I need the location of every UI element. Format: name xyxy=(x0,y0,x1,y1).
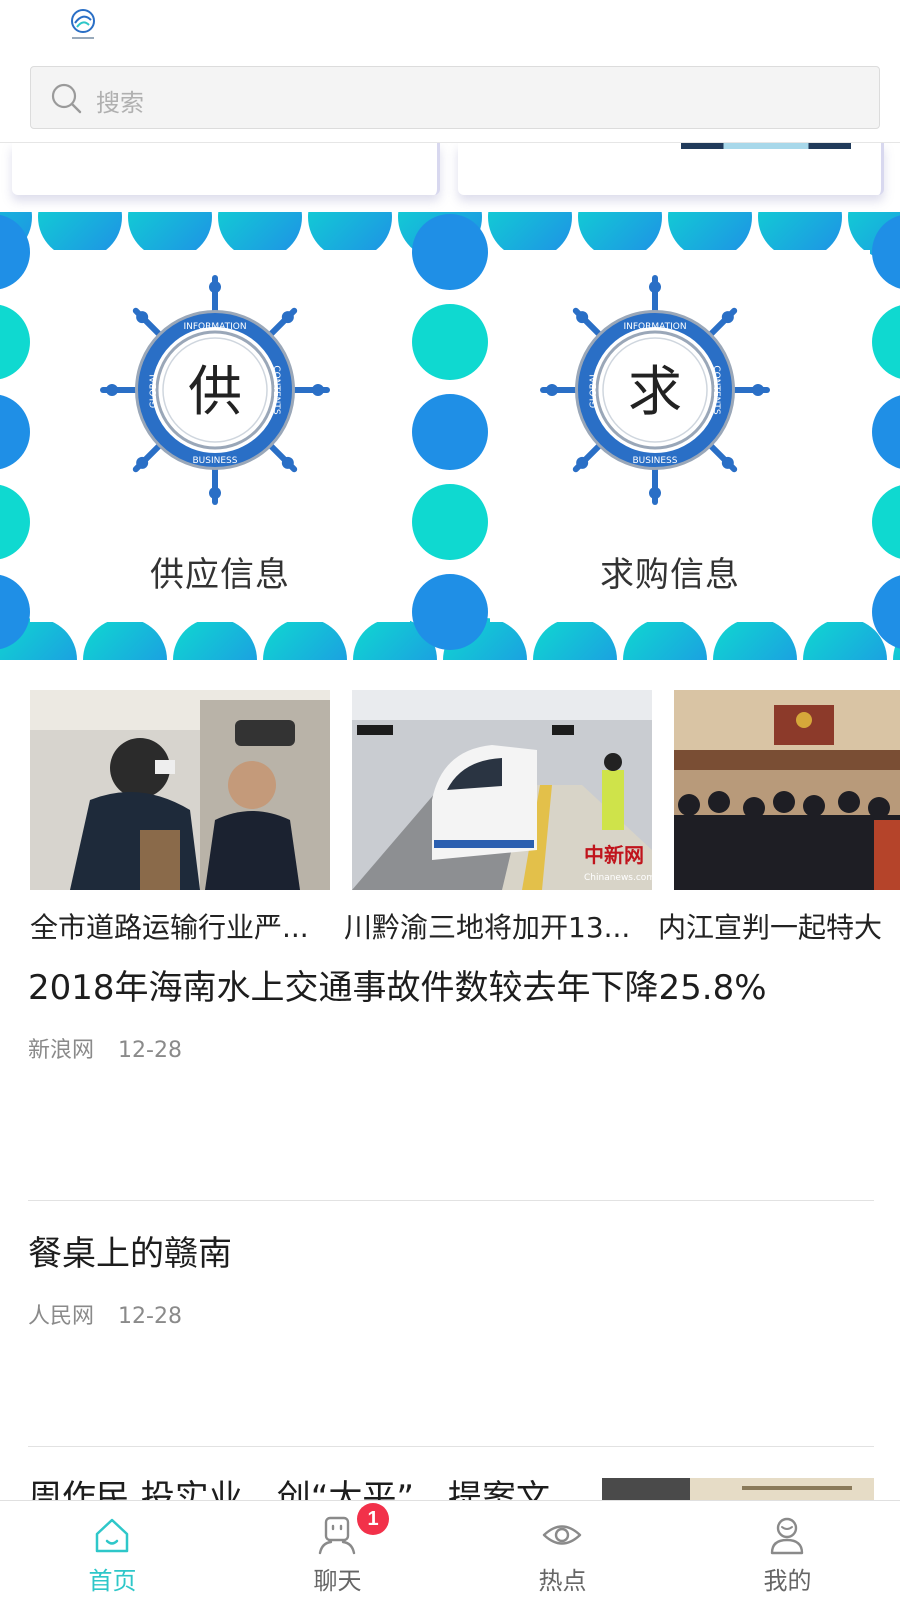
app-logo xyxy=(71,9,95,39)
home-icon xyxy=(95,1518,129,1553)
search-bar[interactable]: 搜索 xyxy=(30,66,880,129)
top-header: 搜索 xyxy=(0,0,900,143)
nav-home-label: 首页 xyxy=(88,1567,137,1595)
profile-icon xyxy=(770,1517,804,1555)
decor-bubble xyxy=(412,304,488,380)
news-date: 12-28 xyxy=(118,1304,182,1329)
category-card-left[interactable] xyxy=(12,143,440,195)
demand-wheel-icon: INFORMATION CONTENTS BUSINESS GLOBAL 求 xyxy=(540,275,770,505)
bottom-nav: 首页 1 聊天 热点 我的 xyxy=(0,1500,900,1600)
news-title[interactable]: 2018年海南水上交通事故件数较去年下降25.8% xyxy=(28,966,874,1010)
svg-text:INFORMATION: INFORMATION xyxy=(183,322,246,332)
card-image-edge xyxy=(681,143,851,149)
wheel-glyph: 求 xyxy=(628,360,682,423)
search-icon xyxy=(51,83,82,114)
carousel-caption[interactable]: 全市道路运输行业严... xyxy=(30,906,330,946)
list-divider xyxy=(28,1446,874,1447)
category-card-right[interactable] xyxy=(458,143,884,195)
nav-home[interactable]: 首页 xyxy=(0,1501,225,1600)
news-source: 人民网 xyxy=(28,1304,95,1329)
supply-info-label[interactable]: 供应信息 xyxy=(0,547,440,596)
supply-demand-banner: INFORMATION CONTENTS BUSINESS GLOBAL 供 INFORM… xyxy=(0,212,900,660)
list-divider xyxy=(28,1200,874,1201)
carousel-image-bus[interactable] xyxy=(30,690,330,890)
carousel-image-court[interactable] xyxy=(674,690,900,890)
news-item[interactable]: 餐桌上的赣南 人民网 12-28 xyxy=(28,1232,874,1330)
supply-wheel-icon: INFORMATION CONTENTS BUSINESS GLOBAL 供 xyxy=(100,275,330,505)
nav-mine-label: 我的 xyxy=(763,1567,812,1595)
search-input[interactable]: 搜索 xyxy=(96,83,144,118)
watermark-logo: 中新网 xyxy=(584,843,644,867)
eye-icon xyxy=(542,1525,582,1545)
decor-bubble xyxy=(412,214,488,290)
news-item[interactable]: 2018年海南水上交通事故件数较去年下降25.8% 新浪网 12-28 xyxy=(28,966,874,1064)
nav-mine[interactable]: 我的 xyxy=(675,1501,900,1600)
news-meta: 人民网 12-28 xyxy=(28,1298,874,1330)
nav-chat-label: 聊天 xyxy=(313,1567,362,1595)
wheel-glyph: 供 xyxy=(188,360,242,423)
svg-text:BUSINESS: BUSINESS xyxy=(193,456,238,466)
chat-icon xyxy=(318,1516,356,1555)
carousel-image-train[interactable]: 中新网 Chinanews.com xyxy=(352,690,652,890)
nav-chat[interactable]: 1 聊天 xyxy=(225,1501,450,1600)
nav-hot[interactable]: 热点 xyxy=(450,1501,675,1600)
svg-text:BUSINESS: BUSINESS xyxy=(633,456,678,466)
svg-text:CONTENTS: CONTENTS xyxy=(711,365,721,415)
news-source: 新浪网 xyxy=(28,1038,95,1063)
watermark-url: Chinanews.com xyxy=(584,873,652,883)
decor-bubble xyxy=(412,394,488,470)
news-meta: 新浪网 12-28 xyxy=(28,1032,874,1064)
unread-badge: 1 xyxy=(357,1503,389,1535)
carousel-caption[interactable]: 川黔渝三地将加开13... xyxy=(344,906,644,946)
demand-info-label[interactable]: 求购信息 xyxy=(450,547,890,596)
svg-text:CONTENTS: CONTENTS xyxy=(271,365,281,415)
svg-text:GLOBAL: GLOBAL xyxy=(149,372,159,408)
nav-hot-label: 热点 xyxy=(538,1567,587,1595)
news-title[interactable]: 餐桌上的赣南 xyxy=(28,1232,874,1276)
news-image-carousel[interactable]: 中新网 Chinanews.com 全市道路运输行业严... 川黔渝三地将加开1… xyxy=(30,690,900,950)
news-date: 12-28 xyxy=(118,1038,182,1063)
carousel-caption[interactable]: 内江宣判一起特大 xyxy=(658,906,900,946)
svg-text:GLOBAL: GLOBAL xyxy=(589,372,599,408)
svg-text:INFORMATION: INFORMATION xyxy=(623,322,686,332)
